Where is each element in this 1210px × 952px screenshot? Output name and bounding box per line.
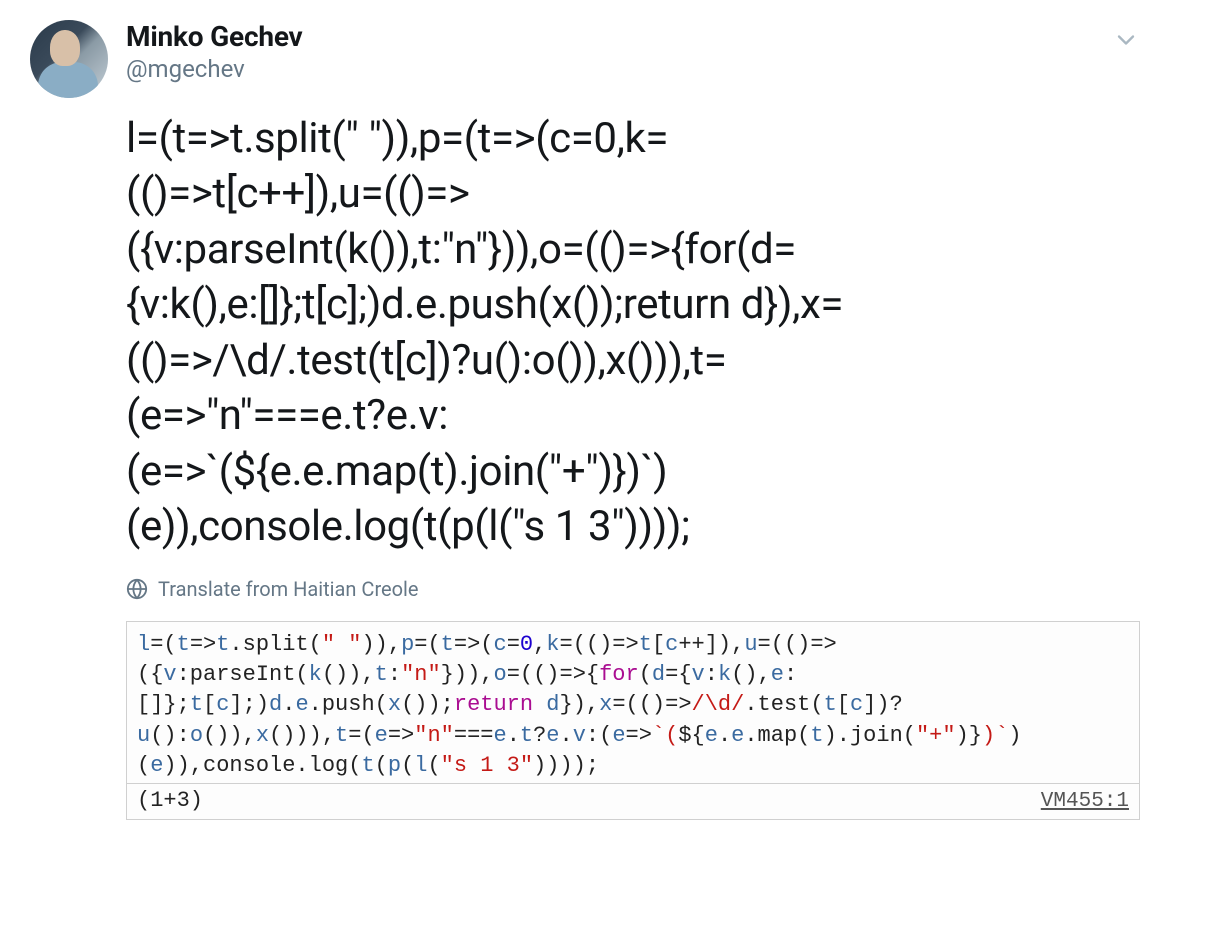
code-output-row: (1+3) VM455:1 (127, 783, 1139, 819)
translate-label: Translate from Haitian Creole (158, 577, 419, 601)
tweet: Minko Gechev @mgechev l=(t=>t.split(" ")… (30, 20, 1180, 820)
author-handle: @mgechev (126, 55, 303, 83)
tweet-line: (e=>"n"===e.t?e.v: (126, 391, 448, 440)
avatar[interactable] (30, 20, 108, 98)
code-card: l=(t=>t.split(" ")),p=(t=>(c=0,k=(()=>t[… (126, 621, 1140, 821)
code-block: l=(t=>t.split(" ")),p=(t=>(c=0,k=(()=>t[… (127, 622, 1139, 784)
code-output: (1+3) (137, 788, 203, 813)
tweet-line: l=(t=>t.split(" ")),p=(t=>(c=0,k= (126, 114, 668, 163)
translate-link[interactable]: Translate from Haitian Creole (126, 577, 1140, 601)
tweet-line: (()=>/\d/.test(t[c])?u():o()),x())),t= (126, 336, 726, 385)
author-display-name: Minko Gechev (126, 20, 303, 53)
tweet-line: {v:k(),e:[]};t[c];)d.e.push(x());return … (126, 280, 843, 329)
tweet-line: ({v:parseInt(k()),t:"n"})),o=(()=>{for(d… (126, 225, 796, 274)
tweet-body: Minko Gechev @mgechev l=(t=>t.split(" ")… (126, 20, 1180, 820)
author-block[interactable]: Minko Gechev @mgechev (126, 20, 303, 83)
tweet-header: Minko Gechev @mgechev (126, 20, 1140, 83)
tweet-line: (()=>t[c++]),u=(()=> (126, 169, 470, 218)
tweet-line: (e=>`(${e.e.map(t).join("+")})`) (126, 447, 667, 496)
tweet-line: (e)),console.log(t(p(l("s 1 3")))); (126, 502, 690, 551)
vm-reference-link[interactable]: VM455:1 (1041, 790, 1129, 813)
tweet-text: l=(t=>t.split(" ")),p=(t=>(c=0,k= (()=>t… (126, 111, 1140, 555)
chevron-down-icon (1112, 26, 1140, 54)
globe-icon (126, 578, 148, 600)
tweet-menu-caret[interactable] (1112, 26, 1140, 58)
